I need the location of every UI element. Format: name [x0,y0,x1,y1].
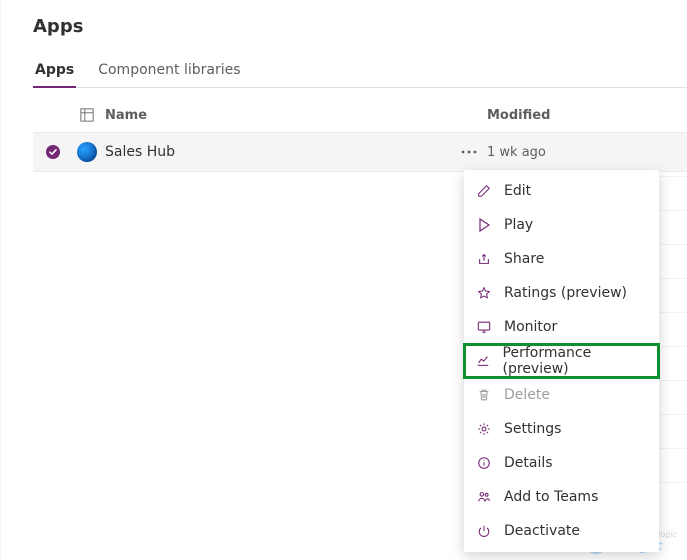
menu-share[interactable]: Share [464,242,659,276]
menu-add-to-teams[interactable]: Add to Teams [464,480,659,514]
pencil-icon [476,183,492,199]
power-icon [476,523,492,539]
menu-monitor[interactable]: Monitor [464,310,659,344]
column-header-modified[interactable]: Modified [487,108,687,123]
menu-label: Performance (preview) [503,345,647,377]
menu-settings[interactable]: Settings [464,412,659,446]
selected-check-icon[interactable] [45,144,61,160]
menu-label: Details [504,455,553,471]
app-icon [77,142,97,162]
menu-label: Settings [504,421,561,437]
menu-label: Add to Teams [504,489,598,505]
menu-label: Edit [504,183,531,199]
column-picker-icon[interactable] [73,108,101,122]
info-icon [476,455,492,471]
menu-edit[interactable]: Edit [464,174,659,208]
menu-details[interactable]: Details [464,446,659,480]
row-dividers [657,176,687,516]
teams-icon [476,489,492,505]
play-icon [476,217,492,233]
modified-value: 1 wk ago [487,145,687,160]
column-header-name[interactable]: Name [101,108,451,123]
gear-icon [476,421,492,437]
trash-icon [476,387,492,403]
table-header: Name Modified [33,88,687,132]
monitor-icon [476,319,492,335]
star-icon [476,285,492,301]
menu-play[interactable]: Play [464,208,659,242]
table-row[interactable]: Sales Hub 1 wk ago [33,132,687,172]
menu-label: Play [504,217,533,233]
menu-label: Delete [504,387,550,403]
menu-ratings[interactable]: Ratings (preview) [464,276,659,310]
tab-component-libraries[interactable]: Component libraries [96,56,242,88]
row-more-button[interactable] [451,150,487,154]
menu-label: Monitor [504,319,557,335]
menu-delete: Delete [464,378,659,412]
menu-deactivate[interactable]: Deactivate [464,514,659,548]
context-menu: Edit Play Share Ratings (preview) [464,170,659,552]
chart-line-icon [476,353,491,369]
menu-label: Share [504,251,544,267]
app-name[interactable]: Sales Hub [101,144,451,160]
menu-performance[interactable]: Performance (preview) [464,344,659,378]
share-icon [476,251,492,267]
page-title: Apps [33,16,687,37]
tabs: Apps Component libraries [33,55,687,88]
tab-apps[interactable]: Apps [33,56,76,88]
menu-label: Deactivate [504,523,580,539]
menu-label: Ratings (preview) [504,285,627,301]
